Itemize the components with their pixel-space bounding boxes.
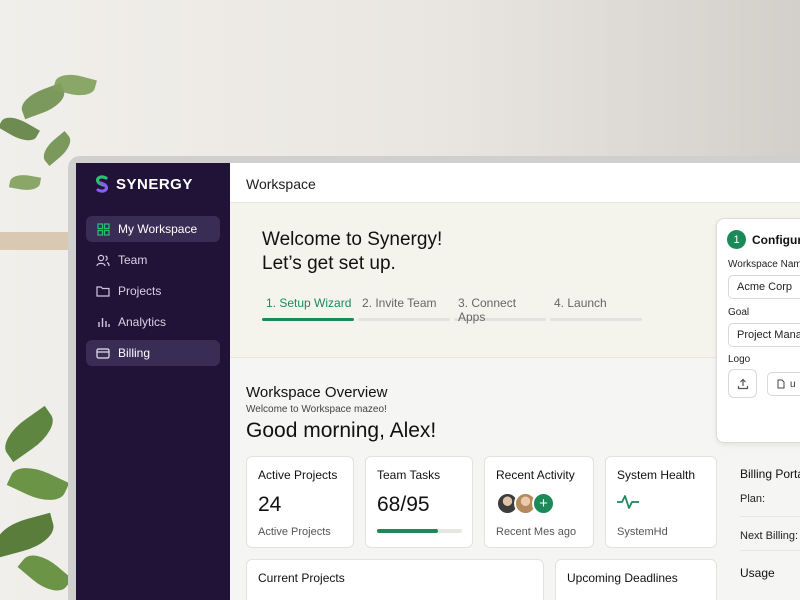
- step-number-badge: 1: [727, 230, 746, 249]
- card-footer: Active Projects: [258, 526, 331, 538]
- step-label: 1. Setup Wizard: [266, 296, 352, 310]
- recent-activity-card[interactable]: Recent Activity + Recent Mes ago: [484, 456, 594, 548]
- card-title: Active Projects: [258, 468, 338, 482]
- step-label: 3. Connect Apps: [458, 296, 517, 324]
- card-footer: Recent Mes ago: [496, 526, 577, 538]
- billing-next-label: Next Billing:: [740, 530, 799, 542]
- top-bar: Workspace: [230, 163, 800, 203]
- divider: [740, 516, 800, 517]
- active-projects-value: 24: [258, 493, 282, 516]
- step-label: 4. Launch: [554, 296, 607, 310]
- overview-subtitle: Welcome to Workspace mazeo!: [246, 404, 387, 415]
- goal-select[interactable]: Project Manag: [728, 323, 800, 347]
- hero-title-line-1: Welcome to Synergy!: [262, 229, 443, 250]
- overview-title: Workspace Overview: [246, 384, 388, 401]
- synergy-logo-icon: [96, 175, 108, 193]
- team-tasks-progress-fill: [377, 529, 439, 533]
- billing-usage-label: Usage: [740, 566, 775, 580]
- card-title: Upcoming Deadlines: [567, 571, 678, 585]
- team-tasks-progress: [377, 529, 462, 533]
- page-title: Workspace: [246, 176, 316, 192]
- card-title: Recent Activity: [496, 468, 575, 482]
- background-shade: [430, 0, 800, 170]
- sidebar-item-label: Team: [118, 253, 148, 267]
- card-footer: SystemHd: [617, 526, 668, 538]
- step-progress-bar: [262, 318, 354, 321]
- brand-name: SYNERGY: [116, 175, 193, 193]
- logo-upload-button[interactable]: [728, 369, 757, 398]
- logo-label: Logo: [728, 354, 751, 365]
- greeting: Good morning, Alex!: [246, 419, 437, 442]
- configure-header: 1 Configure: [727, 230, 800, 249]
- billing-title: Billing Porta: [740, 467, 800, 481]
- step-progress-bar: [358, 318, 450, 321]
- setup-hero: Welcome to Synergy! Let’s get set up. 1.…: [230, 203, 800, 358]
- hero-title: Welcome to Synergy! Let’s get set up.: [262, 228, 442, 276]
- step-connect-apps[interactable]: 3. Connect Apps: [454, 296, 546, 324]
- configure-card: 1 Configure Workspace Name Acme Corp Goa…: [716, 218, 800, 443]
- sidebar-nav: My Workspace Team Projects Analytics Bil…: [86, 216, 220, 371]
- users-icon: [96, 253, 110, 267]
- app-screen: SYNERGY My Workspace Team Projects Analy…: [76, 163, 800, 600]
- step-invite-team[interactable]: 2. Invite Team: [358, 296, 450, 321]
- add-member-button[interactable]: +: [532, 492, 555, 515]
- file-icon: [777, 379, 785, 389]
- activity-avatars: +: [496, 492, 555, 515]
- sidebar-item-label: Projects: [118, 284, 162, 298]
- step-label: 2. Invite Team: [362, 296, 437, 310]
- brand: SYNERGY: [94, 175, 193, 193]
- billing-portal-panel: Billing Porta Plan: Next Billing: Usage: [728, 456, 800, 600]
- credit-card-icon: [96, 346, 110, 360]
- team-tasks-card[interactable]: Team Tasks 68/95: [365, 456, 473, 548]
- sidebar-item-label: Billing: [118, 346, 151, 360]
- sidebar: SYNERGY My Workspace Team Projects Analy…: [76, 163, 230, 600]
- upload-icon: [737, 378, 748, 389]
- hero-title-line-2: Let’s get set up.: [262, 253, 396, 274]
- step-setup-wizard[interactable]: 1. Setup Wizard: [262, 296, 354, 321]
- upload-file-button-label: u: [790, 378, 796, 390]
- setup-steps: 1. Setup Wizard 2. Invite Team 3. Connec…: [262, 296, 642, 324]
- bar-chart-icon: [96, 315, 110, 329]
- divider: [740, 550, 800, 551]
- upload-file-button[interactable]: u: [767, 372, 800, 396]
- folder-icon: [96, 284, 110, 298]
- step-progress-bar: [550, 318, 642, 321]
- system-health-card[interactable]: System Health SystemHd: [605, 456, 717, 548]
- active-projects-card[interactable]: Active Projects 24 Active Projects: [246, 456, 354, 548]
- sidebar-item-billing[interactable]: Billing: [86, 340, 220, 366]
- sidebar-item-team[interactable]: Team: [86, 247, 220, 273]
- sidebar-item-analytics[interactable]: Analytics: [86, 309, 220, 335]
- sidebar-item-label: Analytics: [118, 315, 167, 329]
- pulse-icon: [617, 495, 639, 509]
- sidebar-item-my-workspace[interactable]: My Workspace: [86, 216, 220, 242]
- upcoming-deadlines-card[interactable]: Upcoming Deadlines: [555, 559, 717, 600]
- goal-label: Goal: [728, 307, 750, 318]
- billing-plan-label: Plan:: [740, 493, 766, 505]
- grid-icon: [96, 222, 110, 236]
- sidebar-item-projects[interactable]: Projects: [86, 278, 220, 304]
- current-projects-card[interactable]: Current Projects: [246, 559, 544, 600]
- sidebar-item-label: My Workspace: [118, 222, 198, 236]
- configure-title: Configure: [752, 232, 800, 247]
- card-title: Team Tasks: [377, 468, 441, 482]
- card-title: Current Projects: [258, 571, 345, 585]
- workspace-name-input[interactable]: Acme Corp: [728, 275, 800, 299]
- workspace-name-label: Workspace Name: [728, 259, 800, 270]
- card-title: System Health: [617, 468, 696, 482]
- step-launch[interactable]: 4. Launch: [550, 296, 642, 321]
- team-tasks-value: 68/95: [377, 493, 430, 516]
